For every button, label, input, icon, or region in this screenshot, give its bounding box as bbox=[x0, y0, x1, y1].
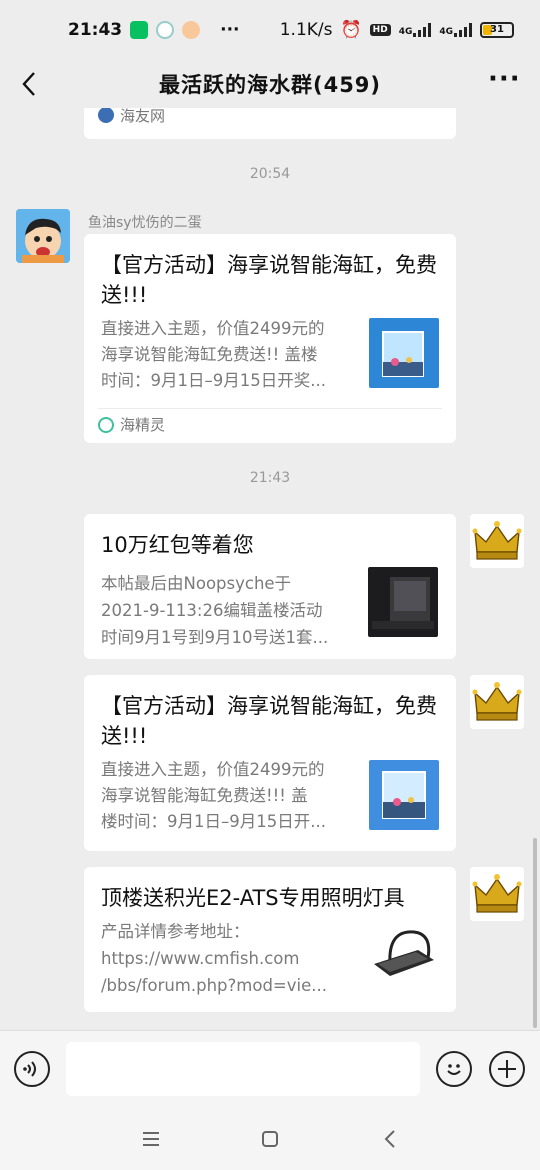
link-card[interactable]: 10万红包等着您 本帖最后由Noopsyche于 2021-9-113:26编辑… bbox=[84, 514, 456, 659]
signal-bars-1-icon bbox=[413, 23, 432, 37]
aquarium-thumbnail-icon bbox=[369, 760, 439, 830]
chat-messages[interactable]: 海友网 20:54 鱼油sy忧伤的二蛋 【官方活动】海享说智能海缸，免费送!!!… bbox=[0, 108, 540, 1030]
back-button[interactable] bbox=[16, 68, 48, 100]
app-notification-icon bbox=[156, 21, 175, 39]
card-desc-line: https://www.cmfish.com bbox=[101, 949, 300, 968]
signal-2: 4G bbox=[439, 23, 472, 37]
chat-header: 最活跃的海水群(459) ··· bbox=[0, 60, 540, 108]
home-nav-button[interactable] bbox=[257, 1126, 283, 1152]
haiyou-source-icon bbox=[98, 108, 114, 123]
card-title: 顶楼送积光E2-ATS专用照明灯具 bbox=[101, 886, 405, 910]
menu-icon bbox=[143, 1132, 159, 1146]
back-arrow-icon bbox=[22, 72, 35, 96]
crown-icon bbox=[470, 867, 524, 921]
avatar[interactable] bbox=[470, 514, 524, 568]
chat-title: 最活跃的海水群(459) bbox=[158, 73, 382, 97]
product-thumbnail-icon bbox=[368, 567, 438, 637]
message-input[interactable] bbox=[66, 1042, 420, 1096]
menu-nav-button[interactable] bbox=[138, 1126, 164, 1152]
back-nav-button[interactable] bbox=[378, 1126, 404, 1152]
cat-app-icon bbox=[182, 21, 201, 39]
link-card[interactable]: 【官方活动】海享说智能海缸，免费送!!! 直接进入主题，价值2499元的 海享说… bbox=[84, 675, 456, 851]
card-desc-line: 直接进入主题，价值2499元的 bbox=[101, 760, 325, 779]
card-thumbnail bbox=[368, 920, 438, 990]
more-dots-icon: ··· bbox=[488, 64, 521, 94]
signal-bars-2-icon bbox=[454, 23, 472, 37]
plus-button[interactable] bbox=[489, 1051, 525, 1087]
haijingling-source-icon bbox=[98, 416, 114, 433]
light-fixture-thumbnail-icon bbox=[368, 920, 438, 990]
source-name: 海友网 bbox=[120, 108, 166, 125]
plus-icon bbox=[498, 1060, 516, 1078]
avatar[interactable] bbox=[470, 675, 524, 729]
net-speed: 1.1K/s bbox=[279, 20, 333, 40]
card-title: 【官方活动】海享说智能海缸，免费送!!! bbox=[101, 694, 437, 748]
timestamp: 20:54 bbox=[249, 166, 291, 182]
crown-icon bbox=[470, 675, 524, 729]
avatar[interactable] bbox=[16, 209, 70, 263]
card-desc-line: 海享说智能海缸免费送!!! 盖 bbox=[101, 786, 308, 805]
card-desc-line: 本帖最后由Noopsyche于 bbox=[101, 574, 292, 593]
voice-icon bbox=[23, 1061, 36, 1077]
status-time: 21:43 bbox=[68, 20, 123, 40]
source-name: 海精灵 bbox=[120, 416, 166, 434]
system-nav-bar bbox=[0, 1108, 540, 1170]
card-desc-line: 产品详情参考地址： bbox=[101, 922, 250, 941]
status-bar: 21:43 ··· 1.1K/s ⏰ HD 4G 4G 31 bbox=[0, 0, 540, 60]
aquarium-thumbnail-icon bbox=[369, 318, 439, 388]
timestamp: 21:43 bbox=[249, 470, 291, 486]
card-title: 【官方活动】海享说智能海缸，免费送!!! bbox=[101, 253, 437, 307]
card-thumbnail bbox=[369, 760, 439, 830]
link-card[interactable]: 顶楼送积光E2-ATS专用照明灯具 产品详情参考地址： https://www.… bbox=[84, 867, 456, 1012]
card-desc-line: 直接进入主题，价值2499元的 bbox=[101, 319, 325, 338]
alarm-icon: ⏰ bbox=[340, 20, 362, 40]
emoji-icon bbox=[447, 1064, 461, 1075]
back-nav-icon bbox=[384, 1130, 395, 1148]
card-desc-line: 时间9月1号到9月10号送1套... bbox=[101, 628, 329, 647]
card-desc-line: 2021-9-113:26编辑盖楼活动 bbox=[101, 601, 323, 620]
card-source: 海精灵 bbox=[98, 408, 442, 440]
battery-icon: 31 bbox=[480, 22, 514, 38]
hd-badge: HD bbox=[369, 24, 391, 36]
wechat-app-icon bbox=[130, 21, 149, 39]
chat-scrollbar[interactable] bbox=[533, 838, 537, 1028]
card-thumbnail bbox=[369, 318, 439, 388]
voice-button[interactable] bbox=[14, 1051, 50, 1087]
prev-link-card[interactable]: 海友网 bbox=[84, 108, 456, 139]
card-desc-line: 时间：9月1日–9月15日开奖... bbox=[101, 371, 326, 390]
card-desc-line: 楼时间：9月1日–9月15日开... bbox=[101, 812, 326, 831]
avatar[interactable] bbox=[470, 867, 524, 921]
card-desc-line: 海享说智能海缸免费送!! 盖楼 bbox=[101, 345, 318, 364]
card-source: 海友网 bbox=[98, 108, 442, 131]
cartoon-avatar-icon bbox=[16, 209, 70, 263]
link-card[interactable]: 【官方活动】海享说智能海缸，免费送!!! 直接进入主题，价值2499元的 海享说… bbox=[84, 234, 456, 443]
more-button[interactable]: ··· bbox=[488, 66, 520, 100]
card-title: 10万红包等着您 bbox=[101, 533, 254, 557]
status-more-dots: ··· bbox=[220, 20, 240, 40]
card-desc-line: /bbs/forum.php?mod=vie... bbox=[101, 976, 327, 995]
crown-icon bbox=[470, 514, 524, 568]
emoji-button[interactable] bbox=[436, 1051, 472, 1087]
card-thumbnail bbox=[368, 567, 438, 637]
input-bar bbox=[0, 1030, 540, 1108]
signal-1: 4G bbox=[399, 23, 432, 37]
sender-name: 鱼油sy忧伤的二蛋 bbox=[88, 215, 202, 231]
home-icon bbox=[262, 1131, 278, 1147]
